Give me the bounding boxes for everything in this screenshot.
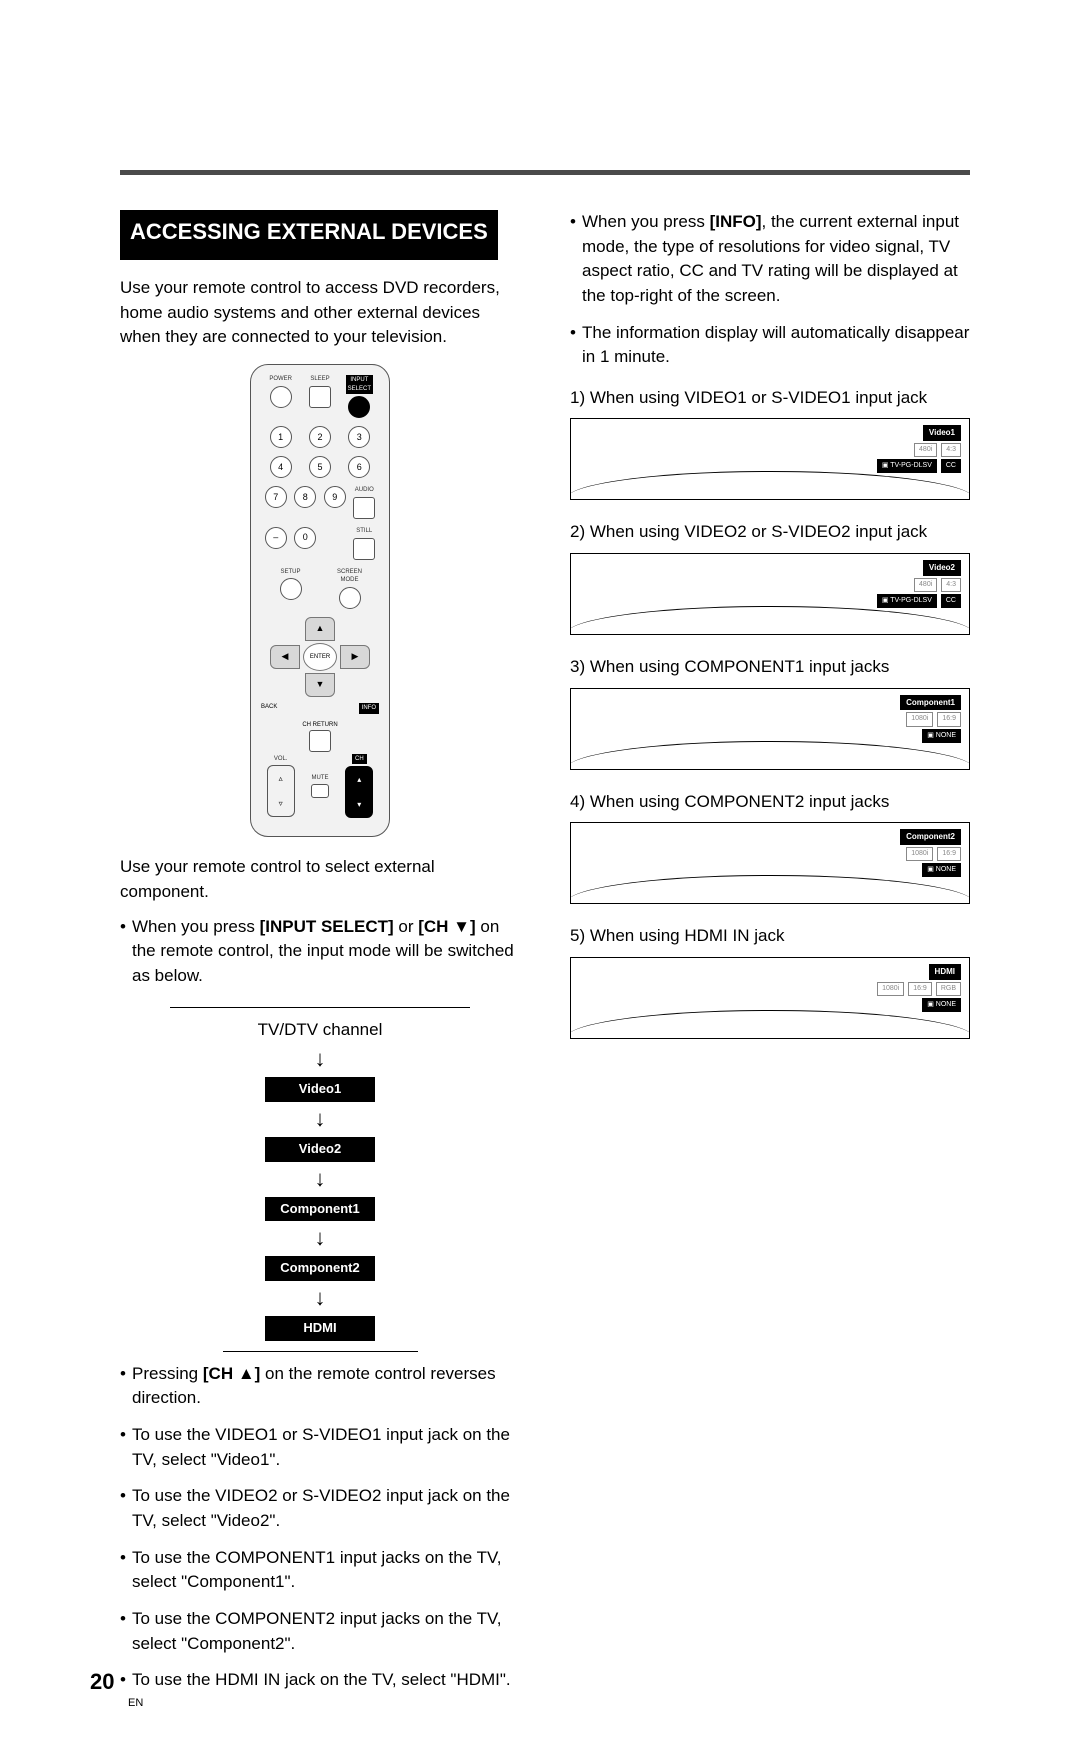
osd-badge: 1080i xyxy=(906,712,933,726)
osd-badge: 16:9 xyxy=(937,712,961,726)
power-label: POWER xyxy=(269,375,292,384)
flow-video1: Video1 xyxy=(265,1077,375,1102)
screen-illustration: Video1 480i 4:3 ▣ TV-PG-DLSV CC xyxy=(570,418,970,500)
key-6: 6 xyxy=(348,456,370,478)
sleep-button xyxy=(309,386,331,408)
osd-badge: ▣ NONE xyxy=(922,729,961,743)
still-label: STILL xyxy=(356,527,372,536)
section-title: ACCESSING EXTERNAL DEVICES xyxy=(120,210,498,260)
sleep-label: SLEEP xyxy=(310,375,329,384)
dpad: ▲▼◀▶ ENTER xyxy=(270,617,370,697)
key-8: 8 xyxy=(294,486,316,508)
osd-badge: 16:9 xyxy=(937,847,961,861)
osd-badge: ▣ TV-PG-DLSV xyxy=(877,459,937,473)
key-1: 1 xyxy=(270,426,292,448)
osd-badge: 1080i xyxy=(877,982,904,996)
osd-badge: 16:9 xyxy=(908,982,932,996)
key-5: 5 xyxy=(309,456,331,478)
input-label: INPUT SELECT xyxy=(346,375,373,394)
osd-badge: CC xyxy=(941,594,961,608)
example-caption: 2) When using VIDEO2 or S-VIDEO2 input j… xyxy=(570,520,970,545)
osd-badge: 1080i xyxy=(906,847,933,861)
down-arrow-icon: ↓ xyxy=(170,1043,470,1075)
list-item: When you press [INPUT SELECT] or [CH ▼] … xyxy=(120,915,520,989)
back-label: BACK xyxy=(261,703,277,714)
osd-label: Video1 xyxy=(923,425,961,441)
flow-top: TV/DTV channel xyxy=(170,1018,470,1043)
language-code: EN xyxy=(128,1697,143,1709)
osd-label: Video2 xyxy=(923,560,961,576)
osd-badge: 4:3 xyxy=(941,443,961,457)
osd-badge: ▣ NONE xyxy=(922,998,961,1012)
screen-label: SCREEN MODE xyxy=(337,568,362,585)
osd-badge: RGB xyxy=(936,982,961,996)
down-arrow-icon: ↓ xyxy=(170,1282,470,1314)
list-item: To use the HDMI IN jack on the TV, selec… xyxy=(120,1668,520,1693)
down-arrow-icon: ↓ xyxy=(170,1222,470,1254)
page: ACCESSING EXTERNAL DEVICES Use your remo… xyxy=(0,0,1080,1745)
remote-illustration: POWER SLEEP INPUT SELECT 123 456 789 AUD… xyxy=(250,364,390,838)
osd-badge: CC xyxy=(941,459,961,473)
flow-diagram: TV/DTV channel ↓ Video1 ↓ Video2 ↓ Compo… xyxy=(170,1007,470,1352)
setup-label: SETUP xyxy=(280,568,300,577)
mute-button xyxy=(311,784,329,798)
right-column: When you press [INFO], the current exter… xyxy=(570,210,970,1705)
example-caption: 5) When using HDMI IN jack xyxy=(570,924,970,949)
input-select-button xyxy=(348,396,370,418)
list-item: To use the VIDEO1 or S-VIDEO1 input jack… xyxy=(120,1423,520,1472)
list-item: To use the COMPONENT1 input jacks on the… xyxy=(120,1546,520,1595)
screen-illustration: Component11080i 16:9 ▣ NONE xyxy=(570,688,970,770)
chreturn-label: CH RETURN xyxy=(261,722,379,728)
key-dash: – xyxy=(265,527,287,549)
list-item: Pressing [CH ▲] on the remote control re… xyxy=(120,1362,520,1411)
page-number: 20 xyxy=(90,1669,114,1695)
enter-button: ENTER xyxy=(303,643,337,671)
info-label: INFO xyxy=(359,703,379,714)
select-text: Use your remote control to select extern… xyxy=(120,855,520,904)
flow-component1: Component1 xyxy=(265,1197,375,1222)
osd-label: Component1 xyxy=(900,695,961,711)
key-4: 4 xyxy=(270,456,292,478)
intro-text: Use your remote control to access DVD re… xyxy=(120,276,520,350)
flow-video2: Video2 xyxy=(265,1137,375,1162)
chreturn-button xyxy=(309,730,331,752)
example-caption: 1) When using VIDEO1 or S-VIDEO1 input j… xyxy=(570,386,970,411)
osd-badge: 4:3 xyxy=(941,578,961,592)
key-9: 9 xyxy=(324,486,346,508)
mute-label: MUTE xyxy=(311,774,328,783)
osd-badge: ▣ NONE xyxy=(922,863,961,877)
audio-button xyxy=(353,497,375,519)
left-column: ACCESSING EXTERNAL DEVICES Use your remo… xyxy=(120,210,520,1705)
key-3: 3 xyxy=(348,426,370,448)
flow-hdmi: HDMI xyxy=(265,1316,375,1341)
key-0: 0 xyxy=(294,527,316,549)
audio-label: AUDIO xyxy=(355,486,374,495)
list-item: The information display will automatical… xyxy=(570,321,970,370)
key-2: 2 xyxy=(309,426,331,448)
screen-illustration: Component2 1080i 16:9 ▣ NONE xyxy=(570,822,970,904)
osd-label: Component2 xyxy=(900,829,961,845)
list-item: When you press [INFO], the current exter… xyxy=(570,210,970,309)
list-item: To use the VIDEO2 or S-VIDEO2 input jack… xyxy=(120,1484,520,1533)
down-arrow-icon: ↓ xyxy=(170,1103,470,1135)
ch-label: CH xyxy=(352,754,367,765)
example-caption: 4) When using COMPONENT2 input jacks xyxy=(570,790,970,815)
still-button xyxy=(353,538,375,560)
power-button xyxy=(270,386,292,408)
osd-label: HDMI xyxy=(929,964,961,980)
down-arrow-icon: ↓ xyxy=(170,1163,470,1195)
osd-badge: ▣ TV-PG-DLSV xyxy=(877,594,937,608)
screen-illustration: Video2 480i 4:3 ▣ TV-PG-DLSV CC xyxy=(570,553,970,635)
key-7: 7 xyxy=(265,486,287,508)
setup-button xyxy=(280,578,302,600)
vol-label: VOL. xyxy=(274,755,288,764)
screen-illustration: HDMI 1080i 16:9 RGB ▣ NONE xyxy=(570,957,970,1039)
example-caption: 3) When using COMPONENT1 input jacks xyxy=(570,655,970,680)
screen-button xyxy=(339,587,361,609)
osd-badge: 480i xyxy=(914,443,937,457)
list-item: To use the COMPONENT2 input jacks on the… xyxy=(120,1607,520,1656)
flow-component2: Component2 xyxy=(265,1256,375,1281)
osd-badge: 480i xyxy=(914,578,937,592)
